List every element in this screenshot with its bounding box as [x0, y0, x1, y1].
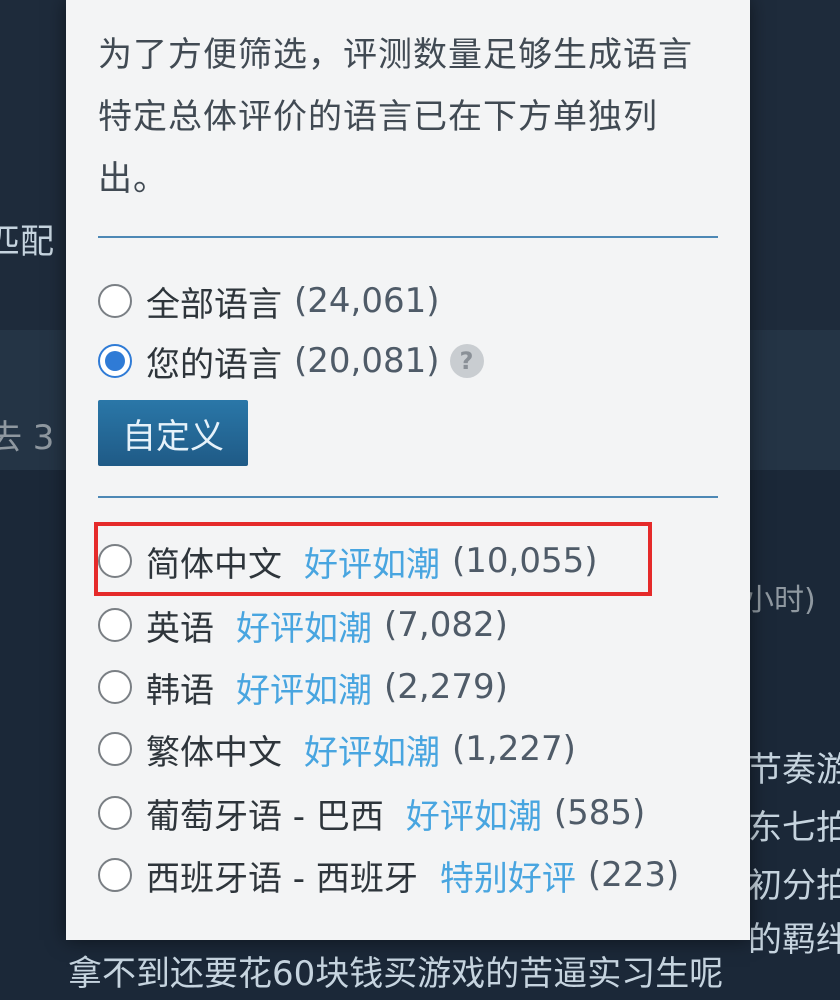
language-filter-popup: 为了方便筛选，评测数量足够生成语言特定总体评价的语言已在下方单独列出。 全部语言… [66, 0, 750, 940]
rating-label: 好评如潮 [236, 608, 372, 649]
option-your-languages-count: (20,081) [294, 341, 440, 381]
option-all-languages-count: (24,061) [294, 281, 440, 321]
review-count: (1,227) [452, 729, 576, 769]
option-your-languages-label: 您的语言 [146, 344, 282, 385]
option-all-languages[interactable]: 全部语言 (24,061) [98, 276, 440, 326]
option-all-languages-label: 全部语言 [146, 284, 282, 325]
background-review-line-2: 东七拍 [748, 808, 840, 848]
radio-spanish-spain[interactable] [98, 858, 132, 892]
radio-portuguese-brazil[interactable] [98, 796, 132, 830]
language-label: 葡萄牙语 - 巴西 [146, 796, 384, 837]
divider-top [98, 236, 718, 238]
rating-label: 好评如潮 [405, 796, 542, 837]
highlight-box [94, 522, 652, 596]
help-icon[interactable]: ? [449, 344, 484, 378]
customize-button[interactable]: 自定义 [98, 400, 248, 466]
radio-traditional-chinese[interactable] [98, 732, 132, 766]
option-your-languages[interactable]: 您的语言 (20,081) ? [98, 336, 484, 386]
language-option-korean[interactable]: 韩语 好评如潮 (2,279) [98, 662, 508, 712]
divider-bottom [98, 496, 718, 498]
background-tab-fragment: 去 3 [0, 418, 55, 458]
rating-label: 好评如潮 [236, 670, 372, 711]
rating-label: 好评如潮 [304, 732, 440, 773]
background-hours-fragment: 小时) [744, 583, 816, 618]
language-option-portuguese-brazil[interactable]: 葡萄牙语 - 巴西 好评如潮 (585) [98, 788, 645, 838]
language-option-spanish-spain[interactable]: 西班牙语 - 西班牙 特别好评 (223) [98, 850, 679, 900]
radio-korean[interactable] [98, 670, 132, 704]
rating-label: 特别好评 [439, 858, 576, 899]
background-review-bottom-line: 拿不到还要花60块钱买游戏的苦逼实习生呢 [68, 954, 724, 994]
review-count: (2,279) [384, 667, 508, 707]
background-review-line-4: 的羁绊 [748, 920, 840, 960]
radio-all-languages[interactable] [98, 284, 132, 318]
background-left-fragment: 匹配 [0, 222, 54, 262]
radio-english[interactable] [98, 608, 132, 642]
review-count: (7,082) [384, 605, 508, 645]
language-label: 西班牙语 - 西班牙 [146, 858, 418, 899]
background-review-line-3: 初分拍 [748, 866, 840, 906]
review-count: (585) [553, 793, 646, 833]
radio-your-languages[interactable] [98, 344, 132, 378]
language-option-traditional-chinese[interactable]: 繁体中文 好评如潮 (1,227) [98, 724, 576, 774]
language-label: 繁体中文 [146, 732, 282, 773]
review-count: (223) [587, 855, 680, 895]
background-review-line-1: 节奏游 [748, 750, 840, 790]
language-label: 韩语 [146, 670, 214, 711]
language-label: 英语 [146, 608, 214, 649]
filter-note: 为了方便筛选，评测数量足够生成语言特定总体评价的语言已在下方单独列出。 [98, 35, 693, 199]
language-option-english[interactable]: 英语 好评如潮 (7,082) [98, 600, 508, 650]
